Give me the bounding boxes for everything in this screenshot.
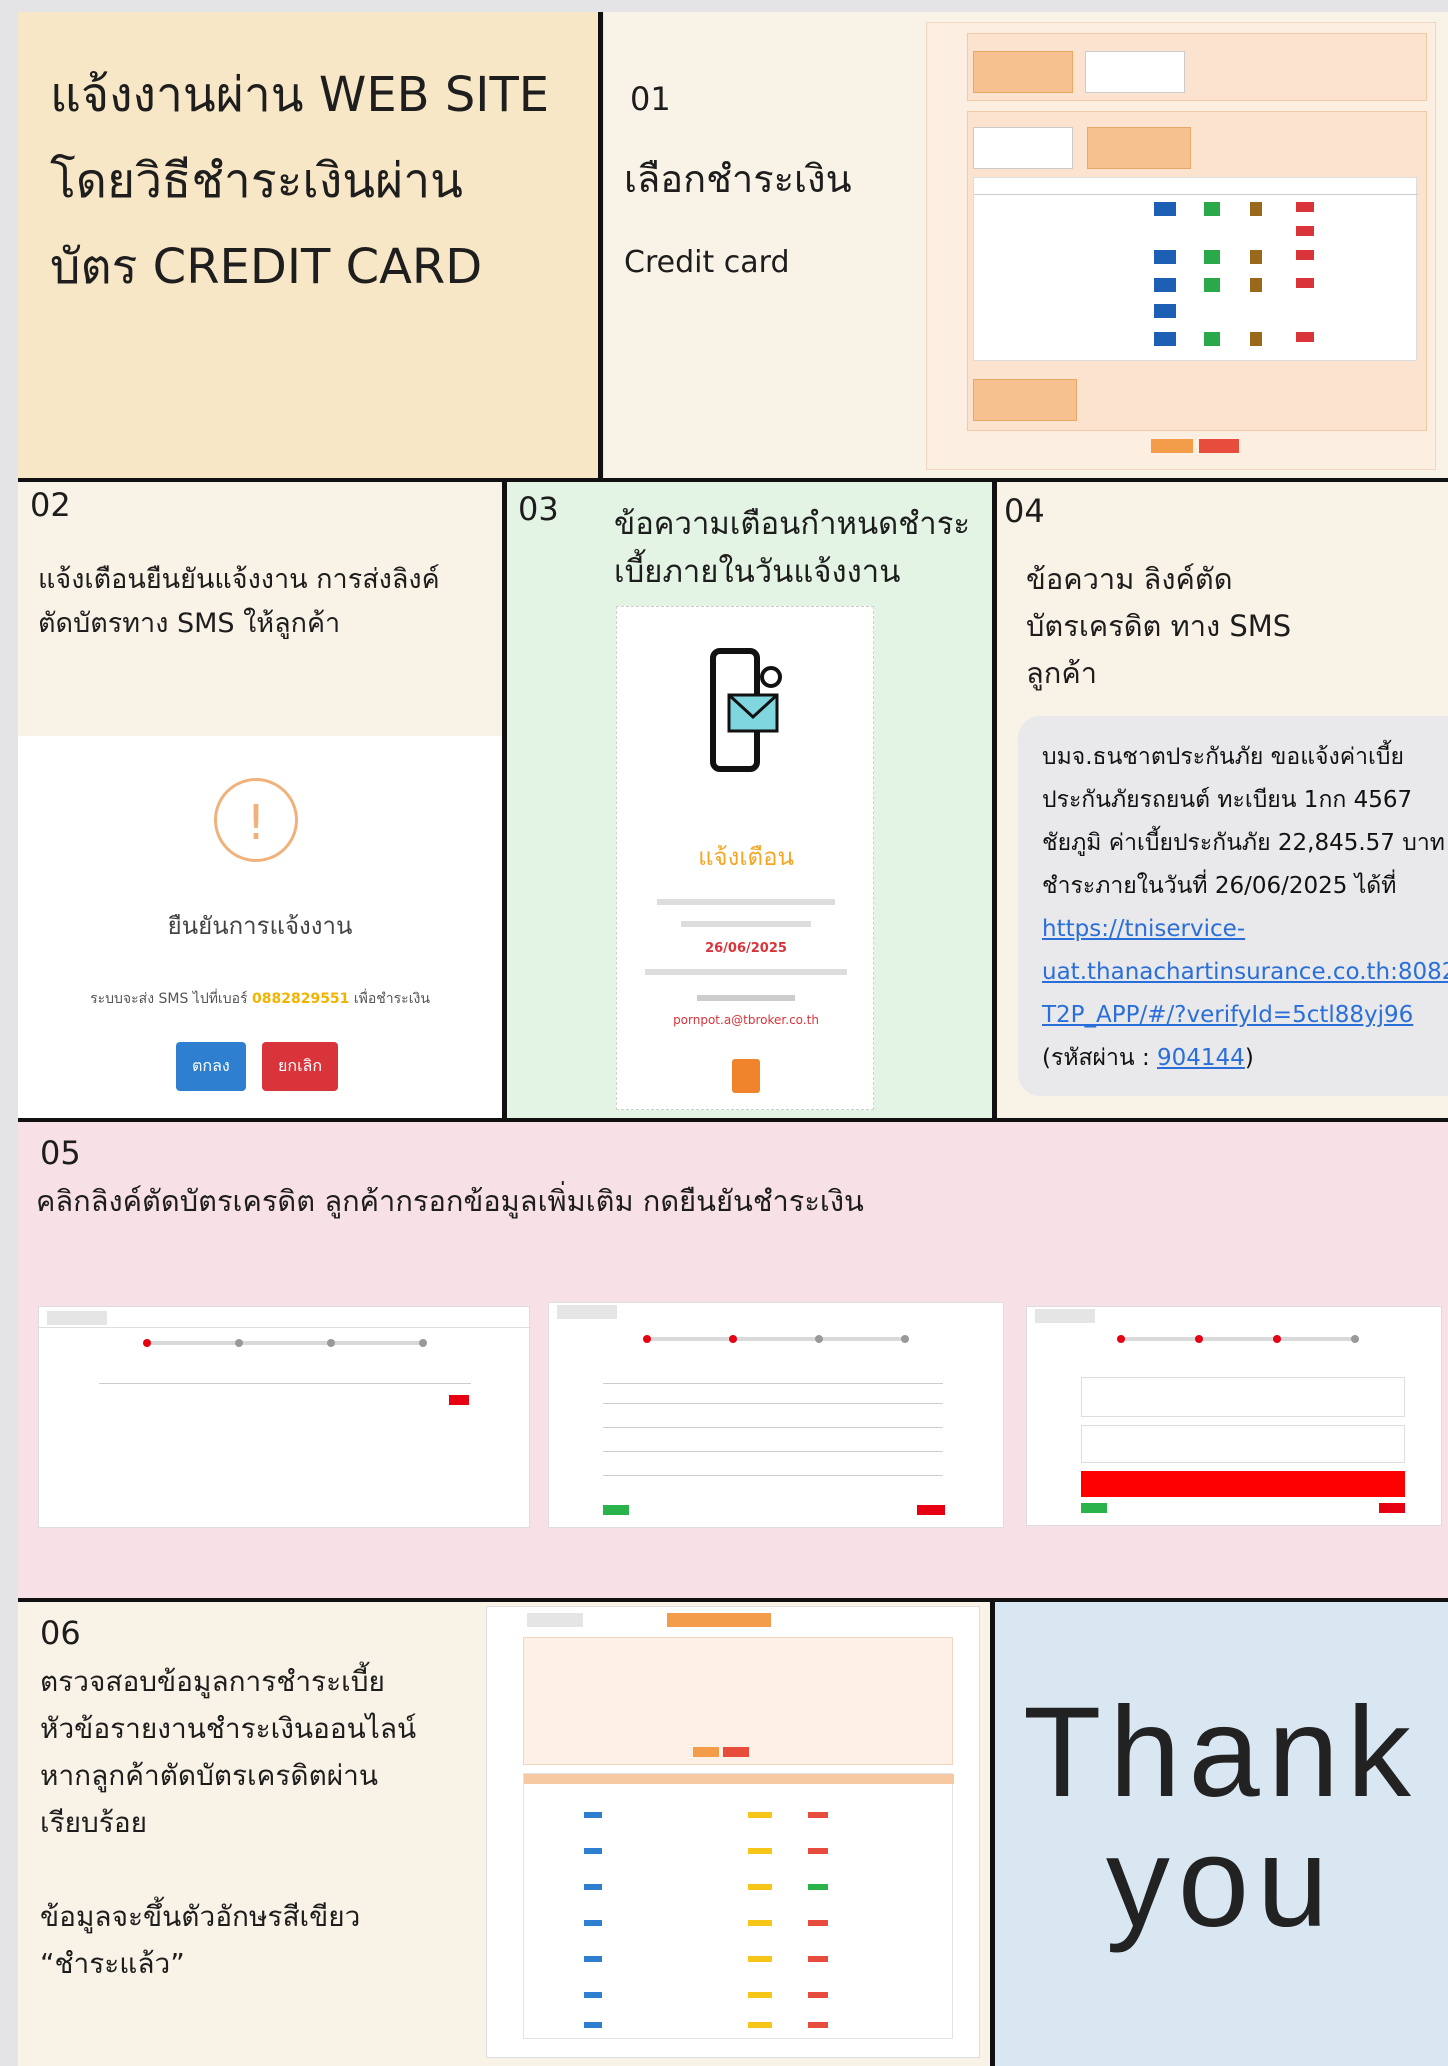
logo — [47, 1311, 107, 1325]
step04-number: 04 — [1004, 492, 1045, 530]
thank-you-line-2: you — [1105, 1811, 1337, 1954]
sms-message-bubble: บมจ.ธนชาตประกันภัย ขอแจ้งค่าเบี้ย ประกัน… — [1018, 716, 1448, 1096]
step02-description: แจ้งเตือนยืนยันแจ้งงาน การส่งลิงค์ ตัดบั… — [38, 558, 498, 646]
thank-you-line-1: Thank — [1023, 1681, 1419, 1824]
cancel-button[interactable] — [1199, 439, 1239, 453]
step06-line-1: ตรวจสอบข้อมูลการชำระเบี้ย — [40, 1665, 385, 1698]
sms-payment-link[interactable]: https://tniservice- — [1042, 908, 1448, 951]
dialog-message-suffix: เพื่อชำระเงิน — [353, 991, 430, 1007]
alert-body-placeholder — [657, 899, 835, 905]
step06-line-5: ข้อมูลจะขึ้นตัวอักษรสีเขียว — [40, 1900, 361, 1933]
email-option[interactable] — [973, 51, 1073, 93]
payment-alert-screenshot: แจ้งเตือน 26/06/2025 pornpot.a@tbroker.c… — [616, 606, 874, 1110]
ok-button[interactable]: ตกลง — [176, 1042, 246, 1091]
credit-card-option[interactable] — [1087, 127, 1191, 169]
step05-description: คลิกลิงค์ตัดบัตรเครดิต ลูกค้ากรอกข้อมูลเ… — [36, 1184, 864, 1218]
divider — [18, 1118, 1448, 1122]
payment-step-3-screenshot — [1026, 1306, 1442, 1526]
search-filter-box — [523, 1637, 953, 1765]
step01-title: เลือกชำระเงิน — [624, 157, 852, 201]
step06-line-4: เรียบร้อย — [40, 1806, 148, 1839]
sms-line: บมจ.ธนชาตประกันภัย ขอแจ้งค่าเบี้ย — [1042, 744, 1404, 770]
back-button[interactable] — [1081, 1503, 1107, 1513]
step05-number: 05 — [40, 1134, 81, 1172]
full-payment-option[interactable] — [973, 379, 1077, 421]
title-line-2: โดยวิธีชำระเงินผ่าน — [50, 153, 463, 209]
phone-mail-icon — [710, 648, 782, 772]
next-button[interactable] — [449, 1395, 469, 1405]
step02-number: 02 — [30, 486, 71, 524]
dialog-message-prefix: ระบบจะส่ง SMS ไปที่เบอร์ — [90, 991, 248, 1007]
payment-step-1-screenshot — [38, 1306, 531, 1528]
sms-payment-link[interactable]: T2P_APP/#/?verifyId=5ctl88yj96 — [1042, 994, 1448, 1037]
step03-number: 03 — [518, 490, 559, 528]
dialog-phone: 0882829551 — [252, 991, 350, 1007]
sms-line: ชัยภูมิ ค่าเบี้ยประกันภัย 22,845.57 บาท — [1042, 830, 1445, 856]
confirm-dialog: ! ยืนยันการแจ้งงาน ระบบจะส่ง SMS ไปที่เบ… — [18, 736, 502, 1118]
qr-option[interactable] — [973, 127, 1073, 169]
step01-number: 01 — [630, 80, 671, 118]
step04-line-1: ข้อความ ลิงค์ตัด — [1026, 562, 1233, 596]
sms-password: (รหัสผ่าน : 904144) — [1042, 1045, 1254, 1071]
step02-line-2: ตัดบัตรทาง SMS ให้ลูกค้า — [38, 608, 341, 639]
payment-method-screenshot — [926, 22, 1436, 470]
divider — [598, 12, 603, 478]
title-line-1: แจ้งงานผ่าน WEB SITE — [50, 67, 550, 123]
step06-line-2: หัวข้อรายงานชำระเงินออนไลน์ — [40, 1712, 417, 1745]
report-title — [667, 1613, 771, 1627]
back-button[interactable] — [603, 1505, 629, 1515]
installment-table — [973, 177, 1418, 361]
dialog-message: ระบบจะส่ง SMS ไปที่เบอร์ 0882829551 เพื่… — [18, 988, 502, 1010]
cancel-button[interactable]: ยกเลิก — [262, 1042, 339, 1091]
step03-description: ข้อความเตือนกำหนดชำระ เบี้ยภายในวันแจ้งง… — [614, 500, 984, 596]
confirm-payment-button[interactable] — [1379, 1503, 1405, 1513]
title-line-3: บัตร CREDIT CARD — [50, 239, 483, 295]
main-title: แจ้งงานผ่าน WEB SITE โดยวิธีชำระเงินผ่าน… — [50, 62, 590, 320]
step06-line-3: หากลูกค้าตัดบัตรเครดิตผ่าน — [40, 1759, 379, 1792]
online-payment-report-screenshot — [486, 1606, 980, 2058]
payment-warning-banner — [1081, 1471, 1405, 1497]
step04-description: ข้อความ ลิงค์ตัด บัตรเครดิต ทาง SMS ลูกค… — [1026, 556, 1426, 697]
alert-ok-button[interactable] — [732, 1059, 760, 1093]
divider — [18, 1598, 1448, 1602]
sms-password-value[interactable]: 904144 — [1157, 1045, 1245, 1071]
step04-line-2: บัตรเครดิต ทาง SMS — [1026, 609, 1292, 643]
dialog-title: ยืนยันการแจ้งงาน — [167, 912, 353, 940]
sms-line: ประกันภัยรถยนต์ ทะเบียน 1กก 4567 — [1042, 787, 1413, 813]
divider — [18, 478, 1448, 482]
logo — [527, 1613, 583, 1627]
alert-date: 26/06/2025 — [705, 941, 787, 956]
clear-button[interactable] — [723, 1747, 749, 1757]
divider — [992, 482, 997, 1122]
sms-payment-link[interactable]: uat.thanachartinsurance.co.th:8082/ — [1042, 951, 1448, 994]
alert-body-placeholder — [645, 969, 847, 975]
warning-icon: ! — [214, 778, 298, 862]
paper-option[interactable] — [1085, 51, 1185, 93]
step01-subtitle: Credit card — [624, 245, 790, 280]
alert-email: pornpot.a@tbroker.co.th — [673, 1013, 819, 1027]
step03-line-2: เบี้ยภายในวันแจ้งงาน — [614, 554, 901, 590]
divider — [502, 482, 507, 1122]
step06-line-6: “ชำระแล้ว” — [40, 1947, 185, 1980]
alert-body-placeholder — [681, 921, 811, 927]
sms-line: ชำระภายในวันที่ 26/06/2025 ได้ที่ — [1042, 873, 1397, 899]
thank-you-text: Thank you — [994, 1688, 1448, 1948]
save-button[interactable] — [1151, 439, 1193, 453]
step06-description: ตรวจสอบข้อมูลการชำระเบี้ย หัวข้อรายงานชำ… — [40, 1658, 480, 1987]
logo — [1035, 1309, 1095, 1323]
search-button[interactable] — [693, 1747, 719, 1757]
report-table — [523, 1773, 954, 2039]
next-button[interactable] — [917, 1505, 945, 1515]
alert-title: แจ้งเตือน — [698, 843, 794, 871]
payment-step-2-screenshot — [548, 1302, 1004, 1528]
step04-line-3: ลูกค้า — [1026, 656, 1098, 690]
step03-line-1: ข้อความเตือนกำหนดชำระ — [614, 506, 971, 542]
step06-number: 06 — [40, 1614, 81, 1652]
step02-line-1: แจ้งเตือนยืนยันแจ้งงาน การส่งลิงค์ — [38, 564, 440, 595]
alert-body-placeholder — [697, 995, 795, 1001]
logo — [557, 1305, 617, 1319]
